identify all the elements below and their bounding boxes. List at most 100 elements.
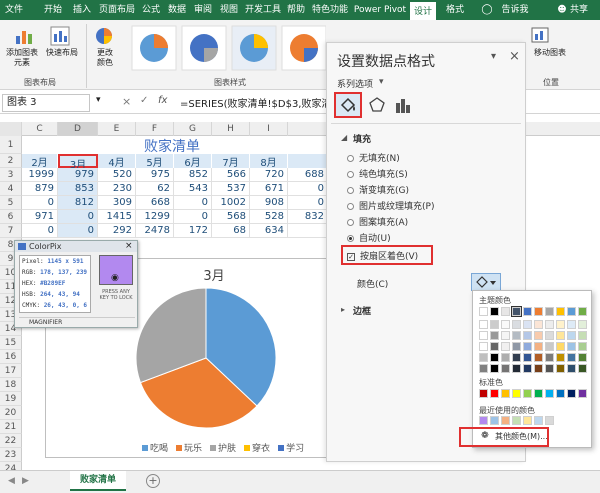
month-header[interactable]: 5月 <box>136 154 174 169</box>
row-header[interactable]: 3 <box>0 168 22 182</box>
table-cell[interactable]: 309 <box>98 196 136 210</box>
table-cell[interactable]: 528 <box>250 210 288 224</box>
color-swatch[interactable] <box>578 342 587 351</box>
color-swatch[interactable] <box>534 364 543 373</box>
table-cell[interactable]: 568 <box>212 210 250 224</box>
tab-features[interactable]: 特色功能 <box>308 0 352 20</box>
color-swatch[interactable] <box>556 353 565 362</box>
share-button[interactable]: 共享 <box>566 0 592 20</box>
color-swatch[interactable] <box>567 389 576 398</box>
color-swatch[interactable] <box>545 353 554 362</box>
color-swatch[interactable] <box>501 331 510 340</box>
table-cell[interactable]: 971 <box>22 210 58 224</box>
row-header[interactable]: 23 <box>0 448 22 462</box>
color-swatch[interactable] <box>534 416 543 425</box>
radio-button[interactable] <box>347 187 354 194</box>
add-chart-element-button[interactable]: 添加图表 元素 <box>2 48 42 68</box>
color-swatch[interactable] <box>490 389 499 398</box>
color-swatch[interactable] <box>512 389 521 398</box>
row-header[interactable]: 20 <box>0 406 22 420</box>
color-swatch[interactable] <box>534 389 543 398</box>
color-swatch[interactable] <box>545 364 554 373</box>
column-header[interactable]: F <box>136 122 174 136</box>
color-swatch[interactable] <box>479 416 488 425</box>
color-swatch[interactable] <box>523 389 532 398</box>
table-cell[interactable]: 1299 <box>136 210 174 224</box>
radio-automatic[interactable]: 自动(U) <box>347 231 391 244</box>
color-swatch[interactable] <box>556 389 565 398</box>
sheet-tab[interactable]: 败家清单 <box>70 471 126 491</box>
fx-icon[interactable]: fx <box>158 95 167 106</box>
tell-me-search[interactable]: 告诉我 <box>498 0 532 20</box>
radio-gradient-fill[interactable]: 渐变填充(G) <box>347 183 409 196</box>
color-swatch[interactable] <box>490 307 499 316</box>
color-swatch[interactable] <box>545 416 554 425</box>
tab-home[interactable]: 开始 <box>38 0 68 20</box>
colorpix-titlebar[interactable]: ColorPix <box>15 241 137 252</box>
radio-button[interactable] <box>347 219 354 226</box>
color-swatch[interactable] <box>556 331 565 340</box>
color-swatch[interactable] <box>578 331 587 340</box>
table-cell[interactable]: 908 <box>250 196 288 210</box>
color-swatch[interactable] <box>490 416 499 425</box>
color-swatch[interactable] <box>556 342 565 351</box>
row-header[interactable]: 2 <box>0 154 22 168</box>
table-cell[interactable]: 62 <box>136 182 174 196</box>
radio-button-selected[interactable] <box>347 235 354 242</box>
scroll-left-icon[interactable]: ◀ <box>8 476 15 486</box>
color-swatch[interactable] <box>556 307 565 316</box>
tab-page-layout[interactable]: 页面布局 <box>96 0 138 20</box>
table-cell[interactable]: 2478 <box>136 224 174 238</box>
series-options-dropdown[interactable]: 系列选项 <box>337 77 373 90</box>
table-cell[interactable]: 812 <box>58 196 98 210</box>
color-swatch[interactable] <box>545 389 554 398</box>
radio-button[interactable] <box>347 203 354 210</box>
row-header[interactable]: 15 <box>0 336 22 350</box>
color-swatch[interactable] <box>512 416 521 425</box>
color-picker-button[interactable] <box>471 273 501 291</box>
enter-icon[interactable]: ✓ <box>140 95 148 106</box>
legend-item[interactable]: 学习 <box>278 444 304 454</box>
column-header[interactable]: C <box>22 122 58 136</box>
month-header[interactable]: 8月 <box>250 154 288 169</box>
row-header[interactable]: 19 <box>0 392 22 406</box>
table-cell[interactable]: 0 <box>288 196 328 210</box>
effects-tab[interactable] <box>367 95 389 115</box>
color-swatch[interactable] <box>567 342 576 351</box>
color-swatch[interactable] <box>545 342 554 351</box>
column-header[interactable]: I <box>250 122 288 136</box>
table-cell[interactable]: 688 <box>288 168 328 182</box>
table-cell[interactable]: 668 <box>136 196 174 210</box>
color-swatch[interactable] <box>545 307 554 316</box>
color-swatch[interactable] <box>534 353 543 362</box>
color-swatch[interactable] <box>479 364 488 373</box>
radio-pattern-fill[interactable]: 图案填充(A) <box>347 215 408 228</box>
color-swatch[interactable] <box>512 342 521 351</box>
row-header[interactable]: 22 <box>0 434 22 448</box>
color-swatch[interactable] <box>523 320 532 329</box>
column-header[interactable]: H <box>212 122 250 136</box>
color-swatch[interactable] <box>567 331 576 340</box>
legend-item[interactable]: 穿衣 <box>244 444 270 454</box>
close-icon[interactable]: × <box>125 241 133 251</box>
scroll-right-icon[interactable]: ▶ <box>22 476 29 486</box>
tab-formulas[interactable]: 公式 <box>138 0 164 20</box>
color-swatch[interactable] <box>479 389 488 398</box>
radio-solid-fill[interactable]: 纯色填充(S) <box>347 167 408 180</box>
table-cell[interactable]: 1999 <box>22 168 58 182</box>
column-header[interactable]: E <box>98 122 136 136</box>
table-cell[interactable]: 979 <box>58 168 98 182</box>
fill-section-header[interactable]: 填充 <box>353 132 371 145</box>
table-cell[interactable]: 0 <box>58 224 98 238</box>
tab-power-pivot[interactable]: Power Pivot <box>352 0 408 20</box>
month-header[interactable]: 6月 <box>174 154 212 169</box>
table-cell[interactable]: 1002 <box>212 196 250 210</box>
row-header[interactable]: 1 <box>0 136 22 154</box>
table-cell[interactable]: 832 <box>288 210 328 224</box>
color-swatch[interactable] <box>512 353 521 362</box>
color-swatch[interactable] <box>578 353 587 362</box>
color-swatch[interactable] <box>523 307 532 316</box>
add-sheet-icon[interactable]: + <box>146 474 160 488</box>
color-swatch[interactable] <box>490 320 499 329</box>
table-cell[interactable] <box>288 224 328 238</box>
